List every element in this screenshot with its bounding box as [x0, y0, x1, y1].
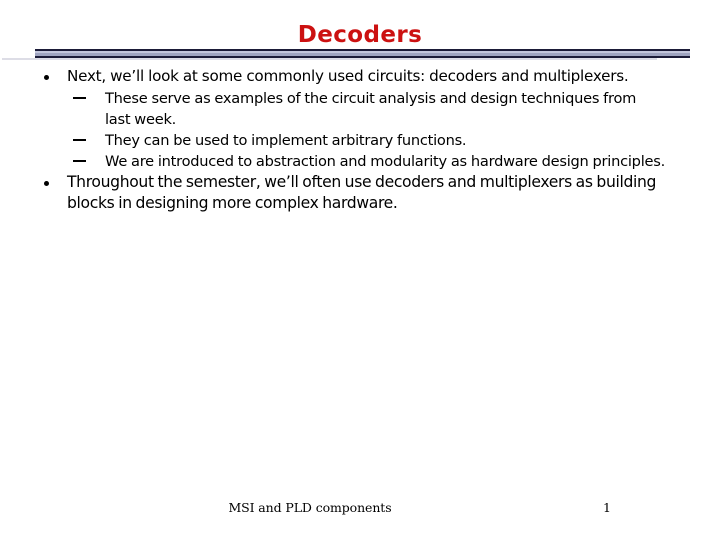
- page-number: 1: [603, 500, 611, 515]
- bullet-text: These serve as examples of the circuit a…: [105, 89, 637, 128]
- bullet-text: We are introduced to abstraction and mod…: [105, 152, 665, 170]
- bullet-item-level1: Throughout the semester, we’ll often use…: [0, 172, 720, 215]
- bullet-item-level1: Next, we’ll look at some commonly used c…: [0, 66, 720, 88]
- bullet-text: Next, we’ll look at some commonly used c…: [67, 67, 629, 85]
- slide-body: Next, we’ll look at some commonly used c…: [0, 66, 720, 215]
- bullet-item-level2: They can be used to implement arbitrary …: [0, 130, 720, 151]
- slide-canvas: Decoders Next, we’ll look at some common…: [0, 0, 720, 540]
- bullet-dash-icon: [73, 138, 86, 141]
- bullet-text: They can be used to implement arbitrary …: [105, 131, 467, 149]
- slide-title-block: Decoders: [0, 22, 720, 48]
- title-divider-rule: [35, 49, 690, 58]
- bullet-item-level2: We are introduced to abstraction and mod…: [0, 151, 720, 172]
- footer-label: MSI and PLD components: [228, 500, 392, 515]
- bullet-dot-icon: [44, 75, 49, 80]
- bullet-dot-icon: [44, 180, 49, 186]
- bullet-dash-icon: [73, 159, 86, 162]
- bullet-dash-icon: [73, 96, 86, 99]
- bullet-text: Throughout the semester, we’ll often use…: [67, 172, 657, 213]
- title-divider-shadow: [2, 58, 657, 60]
- bullet-item-level2: These serve as examples of the circuit a…: [0, 88, 720, 130]
- page-title: Decoders: [297, 22, 423, 48]
- title-divider-highlight: [35, 51, 690, 53]
- slide-footer: MSI and PLD components 1: [0, 500, 720, 520]
